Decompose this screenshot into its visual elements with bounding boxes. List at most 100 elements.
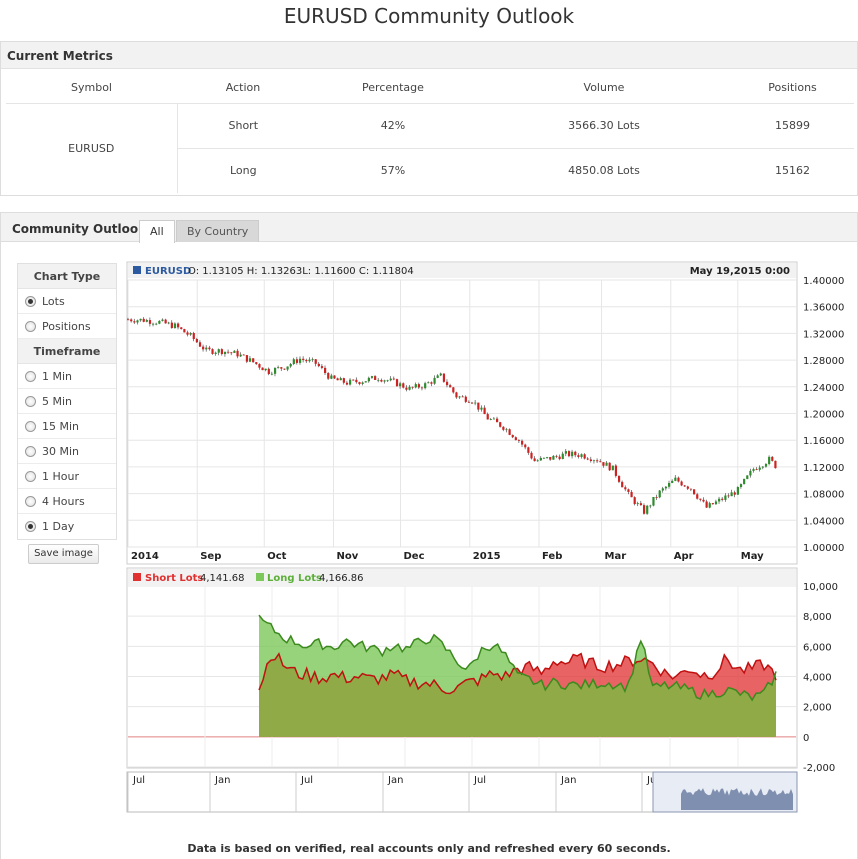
candle-body	[730, 492, 733, 497]
y-tick-label: 1.04000	[803, 516, 844, 527]
candle-body	[161, 319, 164, 321]
candle-body	[380, 379, 383, 382]
candle-body	[496, 418, 499, 423]
candle-body	[658, 490, 661, 498]
candle-body	[705, 501, 708, 508]
candle-body	[464, 396, 467, 402]
candle-body	[223, 351, 227, 355]
candle-body	[273, 367, 277, 374]
candle-body	[702, 499, 705, 502]
candle-body	[361, 382, 364, 384]
candle-body	[539, 457, 542, 461]
candle-body	[367, 377, 370, 382]
candle-body	[202, 346, 205, 350]
candle-body	[771, 456, 774, 461]
candle-body	[758, 467, 761, 470]
candle-body	[596, 460, 599, 462]
candle-body	[220, 349, 224, 355]
candle-body	[527, 447, 530, 453]
candle-body	[277, 367, 280, 368]
candle-body	[139, 318, 142, 321]
y-tick-label: 1.08000	[803, 490, 844, 501]
candle-body	[242, 354, 245, 356]
candle-body	[508, 429, 511, 435]
lots-y-ticks: 10,000 8,000 6,000 4,000 2,000 0 -2,000	[803, 582, 838, 774]
series-marker-icon	[133, 266, 141, 274]
candle-body	[399, 383, 402, 387]
candle-body	[536, 460, 539, 462]
candle-body	[317, 363, 320, 367]
candle-body	[248, 358, 252, 362]
candle-body	[486, 414, 489, 420]
candle-body	[586, 458, 589, 460]
x-tick-label: Mar	[605, 551, 627, 562]
candle-body	[158, 320, 161, 324]
price-y-ticks: 1.40000 1.36000 1.32000 1.28000 1.24000 1.200…	[803, 276, 844, 554]
candle-body	[195, 339, 198, 343]
candle-body	[445, 381, 449, 386]
y-tick-label: 2,000	[803, 703, 832, 714]
candle-body	[664, 486, 668, 489]
candle-body	[718, 498, 721, 502]
candle-body	[233, 350, 236, 353]
candle-body	[167, 322, 170, 324]
candle-body	[320, 366, 324, 368]
candle-body	[514, 437, 517, 441]
y-tick-label: 0	[803, 733, 809, 744]
candle-body	[739, 484, 743, 488]
candle-body	[693, 489, 696, 495]
candle-body	[511, 434, 514, 438]
candle-body	[214, 352, 217, 354]
candle-body	[630, 491, 633, 498]
candle-body	[458, 396, 461, 398]
candle-body	[774, 460, 777, 469]
candle-body	[708, 503, 711, 508]
candle-body	[217, 349, 220, 353]
long-legend-icon	[256, 573, 264, 581]
candle-body	[714, 501, 718, 505]
candle-body	[680, 481, 683, 486]
candle-body	[342, 378, 345, 383]
candle-body	[524, 444, 527, 448]
candle-body	[608, 462, 611, 471]
candle-body	[255, 362, 258, 365]
candle-body	[521, 440, 524, 445]
candle-body	[749, 470, 752, 476]
candle-body	[339, 378, 342, 381]
x-tick-label: Feb	[542, 551, 562, 562]
candle-body	[564, 451, 568, 454]
candle-body	[599, 461, 602, 463]
candle-body	[324, 367, 327, 374]
candle-body	[205, 347, 208, 350]
candle-body	[552, 455, 555, 460]
candle-body	[467, 401, 471, 403]
candle-body	[667, 482, 671, 487]
candle-body	[155, 323, 158, 325]
candle-body	[298, 358, 302, 363]
y-tick-label: 1.28000	[803, 356, 844, 367]
candle-body	[133, 321, 136, 323]
y-tick-label: 1.40000	[803, 276, 844, 287]
candle-body	[761, 466, 765, 468]
candle-body	[470, 402, 474, 404]
candle-body	[408, 386, 411, 390]
candle-body	[567, 451, 571, 457]
candle-body	[555, 455, 558, 457]
candle-body	[746, 475, 749, 479]
candle-body	[430, 382, 433, 384]
price-ohlc: O: 1.13105 H: 1.13263L: 1.11600 C: 1.118…	[188, 266, 414, 277]
candle-body	[646, 505, 649, 514]
candle-body	[627, 489, 630, 492]
candle-body	[352, 379, 355, 381]
candle-body	[264, 368, 267, 371]
candle-body	[502, 426, 505, 430]
candle-body	[267, 368, 270, 375]
candle-body	[402, 383, 405, 388]
candle-body	[283, 368, 286, 370]
candle-body	[420, 387, 424, 389]
candle-body	[533, 458, 536, 462]
candle-body	[192, 333, 195, 340]
y-tick-label: 4,000	[803, 673, 832, 684]
x-tick-label: Apr	[674, 551, 694, 562]
candle-body	[605, 462, 608, 466]
